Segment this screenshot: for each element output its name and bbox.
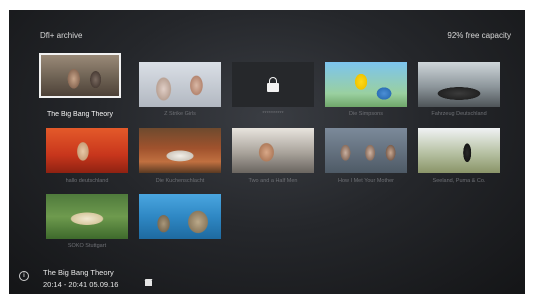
recording-tile[interactable] <box>139 128 221 173</box>
recording-tile-locked[interactable] <box>232 62 314 107</box>
recording-tile[interactable] <box>139 194 221 239</box>
tv-screen: Dfl+ archive 92% free capacity The Big B… <box>9 10 525 294</box>
recording-tile[interactable] <box>232 128 314 173</box>
lock-icon <box>267 76 279 92</box>
recording-title: Die Simpsons <box>349 111 383 117</box>
recording-tile[interactable] <box>139 62 221 107</box>
recording-title: SOKO Stuttgart <box>67 243 107 249</box>
recording-tile[interactable] <box>418 128 500 173</box>
recording-title: Die Kuchenschlacht <box>155 178 205 184</box>
recording-tile[interactable] <box>39 53 121 98</box>
recording-title: Seeland, Puma & Co. <box>432 178 486 184</box>
archive-title: Dfl+ archive <box>40 31 83 40</box>
info-icon[interactable]: i <box>19 271 29 281</box>
recording-tile[interactable] <box>46 128 128 173</box>
recording-title: How I Met Your Mother <box>338 178 394 184</box>
capacity-indicator: 92% free capacity <box>447 31 511 40</box>
recording-title: Fahrzeug Deutschland <box>431 111 487 117</box>
clapperboard-icon <box>145 281 152 286</box>
recording-tile[interactable] <box>46 194 128 239</box>
recording-title: ********** <box>262 111 284 117</box>
recording-tile[interactable] <box>418 62 500 107</box>
recording-tile[interactable] <box>325 128 407 173</box>
recording-title: hallo deutschland <box>65 178 109 184</box>
recording-tile[interactable] <box>325 62 407 107</box>
selected-airtime: 20:14 - 20:41 05.09.16 <box>43 280 119 289</box>
selected-title: The Big Bang Theory <box>43 268 114 277</box>
recording-title: Two and a Half Men <box>248 178 298 184</box>
recording-title: Z Strike Girls <box>164 111 196 117</box>
recording-title: The Big Bang Theory <box>46 111 114 118</box>
